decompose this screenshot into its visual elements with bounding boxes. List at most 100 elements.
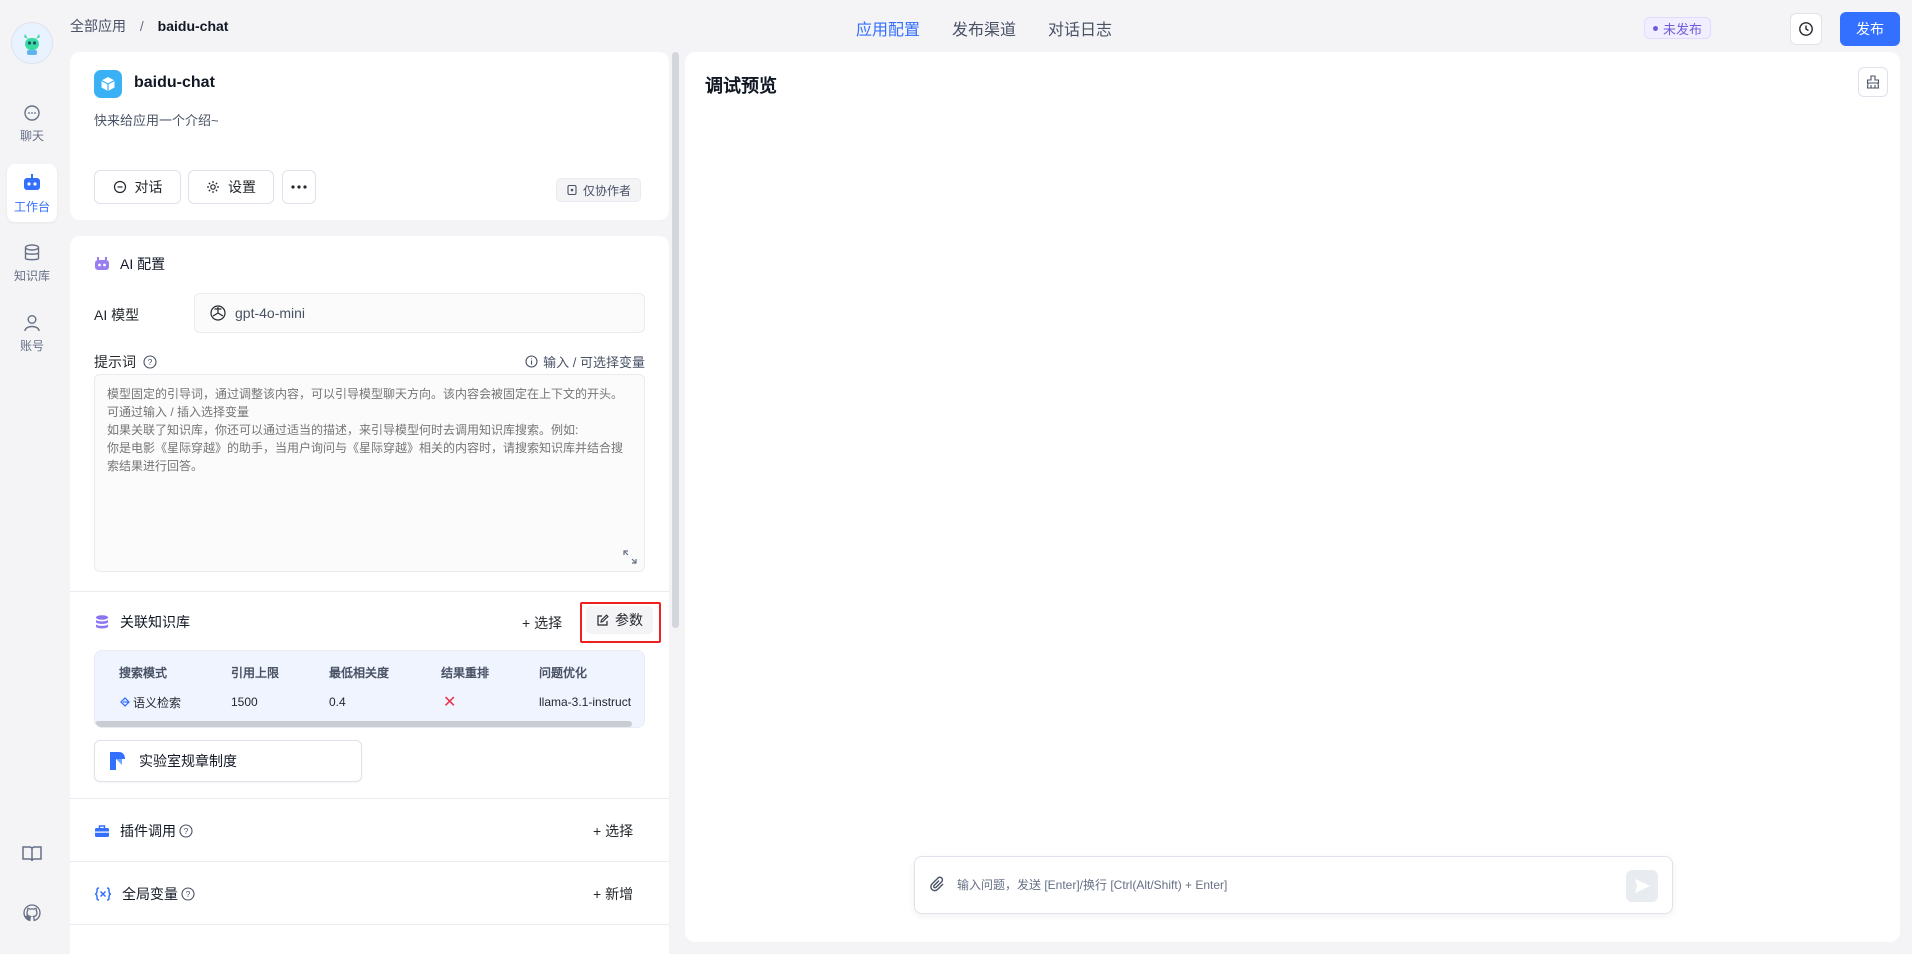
clock-icon [1799,22,1813,36]
ai-config-label: AI 配置 [120,256,166,272]
database-purple-icon [96,615,108,629]
section-divider [70,924,669,925]
breadcrumb-root[interactable]: 全部应用 [70,18,126,34]
table-scrollbar[interactable] [95,721,632,727]
app-icon [94,70,122,98]
knowledge-select-button[interactable]: + 选择 [522,613,562,633]
rerank-disabled-icon: ✕ [443,694,457,711]
robot-logo-icon [24,34,40,55]
tab-app-config[interactable]: 应用配置 [856,16,920,40]
broom-icon [1866,75,1880,89]
highlight-box [580,602,661,643]
collaborator-tag[interactable]: 仅协作者 [556,178,642,202]
tab-publish-channel[interactable]: 发布渠道 [952,16,1016,40]
knowledge-params-table: 搜索模式 引用上限 最低相关度 结果重排 问题优化 语义检索 1500 0.4 … [94,650,645,728]
section-divider [70,798,669,799]
breadcrumb: 全部应用 / baidu-chat [70,16,228,36]
more-button[interactable] [282,170,316,204]
expand-icon[interactable] [623,550,637,564]
query-extension-value: llama-3.1-instruct [539,695,632,709]
prompt-textarea[interactable] [94,374,645,572]
debug-preview-panel: 调试预览 [685,52,1900,942]
chat-bubble-icon [24,104,40,121]
variables-label: 全局变量 [122,886,178,902]
variable-hint: 输入 / 可选择变量 [525,352,645,371]
lock-icon [567,184,577,196]
status-text: 未发布 [1663,21,1703,37]
breadcrumb-separator: / [139,18,144,34]
docs-button[interactable] [12,834,52,874]
tab-chat-logs[interactable]: 对话日志 [1048,16,1112,40]
config-scrollbar[interactable] [672,52,679,628]
chat-input[interactable] [957,878,1597,892]
toolbox-icon [95,825,109,837]
quote-limit-value: 1500 [231,695,258,709]
chat-button[interactable]: 对话 [94,170,181,204]
nav-label-workbench: 工作台 [13,199,50,214]
svg-text:?: ? [148,357,153,367]
svg-text:?: ? [186,889,191,899]
table-header: 引用上限 [231,665,280,680]
search-mode-value: 语义检索 [133,695,182,710]
github-button[interactable] [12,893,52,933]
left-nav: 聊天 工作台 知识库 账号 [0,0,64,954]
top-tabs: 应用配置 发布渠道 对话日志 [856,16,1112,40]
ai-model-select[interactable]: gpt-4o-mini [194,293,645,333]
chat-input-box [914,856,1673,914]
robot-icon [24,173,40,190]
nav-label-account: 账号 [19,338,44,353]
help-circle-icon[interactable]: ? [181,887,195,901]
ai-model-label: AI 模型 [94,307,140,323]
knowledge-label: 关联知识库 [120,614,190,630]
status-dot [1653,25,1658,31]
ai-config-title: AI 配置 [94,254,165,274]
send-icon [1635,879,1650,893]
plugins-select-button[interactable]: + 选择 [593,821,633,841]
send-button[interactable] [1626,870,1658,902]
help-circle-icon[interactable]: ? [143,355,157,369]
app-logo[interactable] [11,22,53,64]
cube-icon [101,77,115,91]
knowledge-item-name: 实验室规章制度 [139,753,237,769]
nav-label-chat: 聊天 [19,128,44,143]
plugins-label-wrap: 插件调用 ? [120,821,193,841]
app-intro[interactable]: 快来给应用一个介绍~ [94,110,219,129]
status-badge: 未发布 [1644,17,1712,39]
help-circle-icon[interactable]: ? [179,824,193,838]
variables-title: 全局变量 ? [94,884,195,904]
plugins-label: 插件调用 [120,823,176,839]
search-mode-cell: 语义检索 [119,694,181,711]
openai-icon [210,305,226,321]
prompt-label: 提示词 [94,354,136,370]
table-header: 问题优化 [539,665,588,680]
paperclip-icon[interactable] [929,876,947,894]
config-card: AI 配置 AI 模型 gpt-4o-mini 提示词 ? 输入 / 可选择变量… [70,236,669,954]
knowledge-title: 关联知识库 [94,612,190,632]
nav-item-account[interactable]: 账号 [7,304,57,362]
variables-add-button[interactable]: + 新增 [593,884,633,904]
settings-button[interactable]: 设置 [188,170,274,204]
plugins-title: 插件调用 ? [94,821,193,841]
history-button[interactable] [1790,13,1822,45]
semantic-search-icon [120,697,130,707]
robot-config-icon [95,257,109,270]
breadcrumb-current: baidu-chat [157,18,229,34]
github-icon [23,904,41,922]
debug-title: 调试预览 [705,76,777,96]
clear-chat-button[interactable] [1858,67,1888,97]
more-dots-icon [291,185,307,189]
publish-button[interactable]: 发布 [1840,12,1900,46]
chat-button-label: 对话 [134,179,163,195]
nav-item-chat[interactable]: 聊天 [7,94,57,152]
app-name: baidu-chat [134,74,215,91]
nav-item-knowledge[interactable]: 知识库 [7,234,57,292]
top-bar: 全部应用 / baidu-chat 应用配置 发布渠道 对话日志 [64,0,1912,52]
knowledge-item[interactable]: 实验室规章制度 [94,740,362,782]
table-header: 最低相关度 [329,665,390,680]
nav-item-workbench[interactable]: 工作台 [7,164,57,222]
variables-label-wrap: 全局变量 ? [122,884,195,904]
database-icon [24,243,40,260]
variable-braces-icon [94,887,112,901]
table-header: 搜索模式 [119,665,168,680]
table-header: 结果重排 [441,665,490,680]
